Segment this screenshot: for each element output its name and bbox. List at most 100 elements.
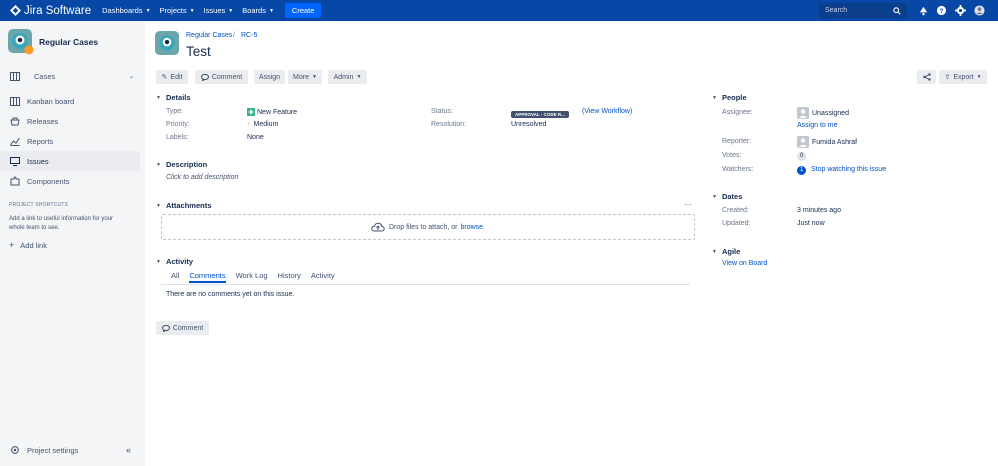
activity-tabs: All Comments Work Log History Activity	[171, 271, 345, 283]
breadcrumb-issue-key[interactable]: RC-5	[241, 32, 257, 39]
project-avatar-icon[interactable]	[155, 31, 180, 56]
stop-watching-link[interactable]: Stop watching this issue	[811, 166, 886, 173]
view-workflow-link[interactable]: (View Workflow)	[582, 108, 632, 115]
labels-label: Labels:	[166, 134, 189, 141]
board-icon	[10, 96, 20, 106]
chevron-down-icon: ▼	[156, 202, 161, 209]
page-title: Test	[186, 44, 211, 59]
export-button[interactable]: ⇪ Export ▼	[939, 70, 987, 84]
type-label: Type:	[166, 108, 184, 115]
tab-all[interactable]: All	[171, 271, 179, 283]
watchers-count[interactable]: 1	[797, 166, 807, 175]
assign-button[interactable]: Assign	[254, 70, 285, 84]
votes-label: Votes:	[722, 152, 742, 159]
search-input[interactable]: Search	[819, 3, 907, 18]
attachments-section-toggle[interactable]: ▼ Attachments	[156, 201, 211, 210]
jira-icon	[10, 5, 21, 16]
description-field[interactable]: Click to add description	[166, 174, 238, 181]
agile-section-toggle[interactable]: ▼ Agile	[712, 247, 740, 256]
assignee-value[interactable]: Unassigned	[797, 107, 849, 119]
view-on-board-link[interactable]: View on Board	[722, 260, 767, 267]
tabs-divider	[161, 284, 690, 285]
project-header[interactable]: Regular Cases	[8, 29, 98, 55]
status-badge[interactable]: APPROVAL - CODE R...	[511, 109, 569, 118]
help-icon[interactable]: ?	[936, 5, 947, 16]
comment-button[interactable]: Comment	[195, 70, 248, 84]
ship-icon	[10, 117, 20, 125]
details-section-toggle[interactable]: ▼ Details	[156, 93, 191, 102]
issues-icon	[10, 156, 20, 166]
sidebar-item-releases[interactable]: Releases	[0, 111, 140, 131]
created-label: Created:	[722, 207, 749, 214]
status-label: Status:	[431, 108, 453, 115]
add-comment-button[interactable]: Comment	[156, 321, 209, 335]
chevron-down-icon[interactable]: ⌄	[129, 73, 134, 80]
sidebar-item-kanban-board[interactable]: Kanban board	[0, 91, 140, 111]
updated-label: Updated:	[722, 220, 751, 227]
labels-value[interactable]: None	[247, 134, 264, 141]
drop-files-text: Drop files to attach, or	[389, 223, 458, 231]
plus-icon: +	[9, 240, 15, 250]
breadcrumb-project[interactable]: Regular Cases	[186, 32, 232, 39]
browse-link[interactable]: browse.	[460, 224, 485, 231]
search-icon	[893, 7, 901, 15]
app-title: Jira Software	[24, 4, 92, 17]
tab-work-log[interactable]: Work Log	[236, 271, 268, 283]
project-avatar-icon	[8, 29, 34, 55]
created-value: 3 minutes ago	[797, 207, 841, 214]
resolution-value: Unresolved	[511, 121, 547, 128]
share-button[interactable]	[917, 70, 936, 84]
avatar-icon	[797, 107, 809, 119]
project-settings-link[interactable]: Project settings	[0, 440, 140, 460]
nav-dashboards[interactable]: Dashboards ▼	[102, 6, 150, 15]
tab-comments[interactable]: Comments	[189, 271, 226, 283]
add-link-button[interactable]: + Add link	[0, 235, 140, 255]
attachment-dropzone[interactable]: Drop files to attach, or browse.	[161, 214, 695, 240]
dates-section-toggle[interactable]: ▼ Dates	[712, 192, 742, 201]
reporter-label: Reporter:	[722, 138, 752, 145]
notifications-icon[interactable]	[918, 5, 929, 16]
chevron-down-icon: ▼	[712, 94, 717, 101]
gear-icon[interactable]	[955, 5, 966, 16]
sidebar-item-issues[interactable]: Issues	[0, 151, 140, 171]
jira-logo[interactable]: Jira Software	[10, 5, 91, 17]
activity-section-toggle[interactable]: ▼ Activity	[156, 257, 193, 266]
nav-issues[interactable]: Issues ▼	[204, 6, 234, 15]
chevron-down-icon: ▼	[268, 7, 274, 14]
nav-boards[interactable]: Boards ▼	[242, 6, 274, 15]
votes-count[interactable]: 0	[797, 152, 807, 161]
description-section-toggle[interactable]: ▼ Description	[156, 160, 207, 169]
search-placeholder: Search	[825, 7, 848, 14]
export-icon: ⇪	[944, 74, 951, 81]
comment-icon	[161, 324, 170, 332]
chart-icon	[10, 137, 20, 146]
top-navigation-bar: Jira Software Dashboards ▼ Projects ▼ Issu…	[0, 0, 998, 21]
chevron-down-icon: ▼	[156, 258, 161, 265]
tab-activity[interactable]: Activity	[311, 271, 335, 283]
sidebar-item-components[interactable]: Components	[0, 171, 140, 191]
more-options-icon[interactable]: ···	[684, 200, 692, 209]
cases-board-icon	[10, 71, 20, 81]
chevron-down-icon: ▼	[228, 7, 234, 14]
user-avatar-icon[interactable]	[974, 5, 985, 16]
people-section-toggle[interactable]: ▼ People	[712, 93, 747, 102]
assign-to-me-link[interactable]: Assign to me	[797, 122, 837, 129]
sidebar-item-reports[interactable]: Reports	[0, 131, 140, 151]
reporter-value[interactable]: Fumida Ashraf	[797, 136, 857, 148]
collapse-sidebar-icon[interactable]: «	[126, 445, 131, 455]
type-value[interactable]: New Feature	[247, 108, 297, 116]
svg-text:?: ?	[940, 8, 944, 15]
priority-value[interactable]: ↑ Medium	[247, 121, 278, 128]
project-sidebar: Regular Cases Cases ⌄ Kanban board Relea…	[0, 21, 145, 466]
avatar-icon	[797, 136, 809, 148]
sidebar-item-cases[interactable]: Cases ⌄	[0, 66, 140, 86]
more-button[interactable]: More ▼	[288, 70, 322, 84]
tab-history[interactable]: History	[278, 271, 301, 283]
project-shortcuts-text: Add a link to useful information for you…	[9, 216, 114, 231]
admin-button[interactable]: Admin ▼	[328, 70, 367, 84]
resolution-label: Resolution:	[431, 121, 467, 128]
create-button[interactable]: Create	[284, 3, 322, 18]
chevron-down-icon: ▼	[712, 193, 717, 200]
edit-button[interactable]: ✎ Edit	[156, 70, 188, 84]
nav-projects[interactable]: Projects ▼	[160, 6, 195, 15]
